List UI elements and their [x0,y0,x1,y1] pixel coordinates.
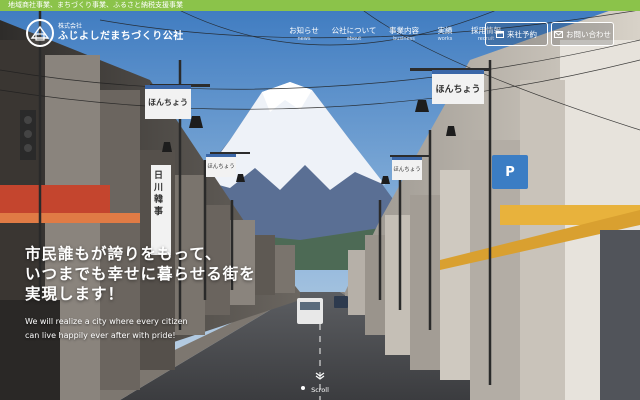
hero-copy: 市民誰もが誇りをもって、 いつまでも幸せに暮らせる街を 実現します！ We wi… [25,244,256,343]
nav-item-business[interactable]: 事業内容 business [382,26,426,43]
parking-sign: P [492,155,528,189]
contact-button[interactable]: お問い合わせ [551,22,614,46]
chevron-down-icon [315,366,325,385]
nav-item-news[interactable]: お知らせ news [282,26,326,43]
hero-en-line: can live happily ever after with pride! [25,331,176,340]
nav-label: 公社について [331,26,377,35]
main-nav: お知らせ news 公社について about 事業内容 business 実績 … [282,26,509,43]
hero-headline-en: We will realize a city where every citiz… [25,315,256,343]
nav-label: お知らせ [289,26,319,35]
slide-indicator-dot[interactable] [301,386,305,390]
hero-headline-line: 実現します！ [25,285,125,303]
hero-headline-jp: 市民誰もが誇りをもって、 いつまでも幸せに暮らせる街を 実現します！ [25,244,256,304]
nav-item-works[interactable]: 実績 works [427,26,463,43]
nav-item-about[interactable]: 公社について about [327,26,381,43]
hero-headline-line: 市民誰もが誇りをもって、 [25,245,222,263]
visit-reservation-label: 来社予約 [507,29,537,39]
top-info-bar: 地域商社事業、まちづくり事業、ふるさと納税支援事業 [0,0,640,11]
logo-subtitle: 株式会社 [58,23,83,30]
mail-icon [554,30,563,38]
scroll-indicator[interactable]: Scroll [306,366,334,394]
nav-sublabel: about [346,36,362,42]
visit-reservation-button[interactable]: 来社予約 [485,22,548,46]
nav-sublabel: business [393,36,415,42]
nav-sublabel: works [437,36,453,42]
scroll-label: Scroll [311,386,329,394]
street-sign-left: ほんちょう [148,98,188,107]
hero-en-line: We will realize a city where every citiz… [25,317,188,326]
logo-mark-icon [26,19,54,47]
vertical-banner: 日川韓事 [154,171,164,217]
nav-label: 実績 [437,26,453,35]
street-sign-small-right: ほんちょう [393,167,421,173]
calendar-icon [496,30,504,38]
nav-label: 事業内容 [389,26,419,35]
street-sign-small-left: ほんちょう [207,164,235,170]
contact-label: お問い合わせ [566,29,611,39]
street-sign-right: ほんちょう [435,85,481,95]
site-logo[interactable]: 株式会社 ふじよしだまちづくり公社 [26,19,184,47]
hero-headline-line: いつまでも幸せに暮らせる街を [25,265,256,283]
logo-title: ふじよしだまちづくり公社 [58,31,184,42]
nav-sublabel: news [297,36,311,42]
